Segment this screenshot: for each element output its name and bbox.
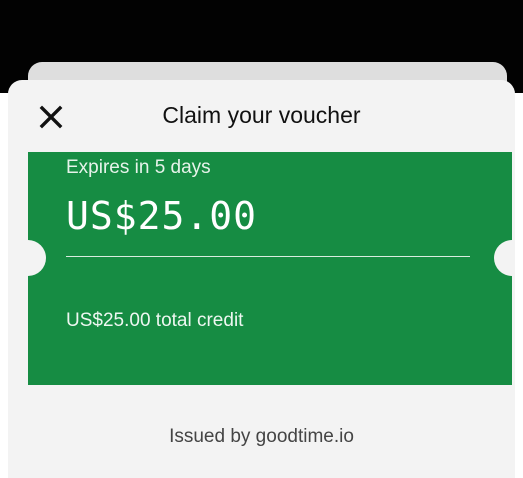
- ticket-notch-right: [494, 240, 512, 276]
- issuer-text: Issued by goodtime.io: [169, 426, 354, 447]
- voucher-expiry-text: Expires in 5 days: [66, 157, 211, 178]
- ticket-notch-left: [28, 240, 46, 276]
- screen: Claim your voucher Expires in 5 days US$…: [0, 0, 523, 478]
- sheet-title: Claim your voucher: [162, 102, 361, 128]
- voucher-divider: [66, 256, 470, 257]
- voucher-total-credit: US$25.00 total credit: [66, 310, 244, 331]
- voucher-card: Expires in 5 days US$25.00 US$25.00 tota…: [28, 152, 512, 385]
- voucher-amount: US$25.00: [66, 194, 258, 238]
